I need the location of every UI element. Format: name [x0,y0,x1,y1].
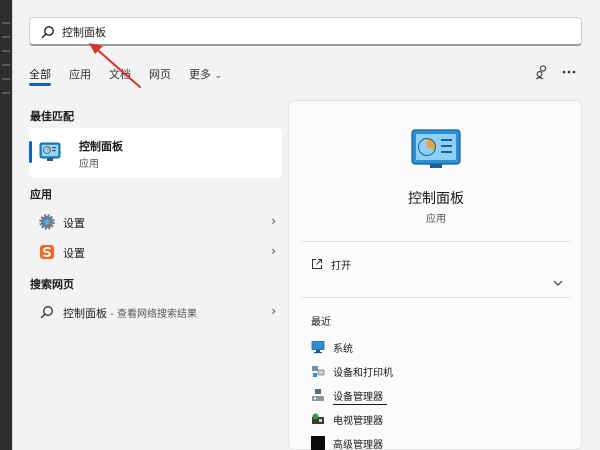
divider [301,241,571,242]
recent-item-label: 设备管理器 [333,392,383,403]
best-match-heading: 最佳匹配 [30,110,74,123]
more-options-icon[interactable] [561,64,577,80]
chevron-down-icon: ⌄ [214,71,223,81]
web-search-heading: 搜索网页 [30,278,74,291]
control-panel-icon [411,129,461,168]
search-panel: 全部 应用 文档 网页 更多 ⌄ 最佳匹配 控制面板 应用 应用 [12,0,600,450]
selection-indicator [29,141,32,163]
app-result-label: 设置 [63,247,85,260]
web-search-result[interactable]: 控制面板 - 查看网络搜索结果 › [29,298,282,326]
app-result-label: 设置 [63,217,85,230]
open-external-icon [312,259,322,269]
detail-title: 控制面板 [408,191,464,207]
chevron-right-icon[interactable]: › [271,244,276,258]
sogou-icon [40,245,54,259]
tab-more-label: 更多 [189,68,211,81]
web-search-query: 控制面板 [63,307,107,320]
divider [301,297,571,298]
search-input[interactable] [62,22,562,42]
background-window-edge [0,0,12,450]
recent-item-label: 电视管理器 [333,416,383,427]
recent-item-label: 设备和打印机 [333,368,393,379]
recent-item-label: 高级管理器 [333,440,383,450]
apps-heading: 应用 [30,188,52,201]
tab-more[interactable]: 更多 ⌄ [189,66,222,82]
annotation-arrow-icon [89,43,141,88]
system-icon [311,341,325,354]
app-result-settings[interactable]: 设置 › [29,208,282,236]
search-icon [41,26,54,39]
advanced-manager-icon [311,436,325,450]
best-match-result[interactable]: 控制面板 应用 [29,128,282,178]
result-detail-pane: 控制面板 应用 打开 最近 系统 设备和打印机 设备管理器 电视管理器 高级管理… [288,100,582,450]
best-match-subtitle: 应用 [79,159,99,170]
detail-kind: 应用 [426,214,446,225]
gear-icon [39,214,55,230]
web-search-suffix: - 查看网络搜索结果 [107,309,197,320]
app-result-sogou-settings[interactable]: 设置 › [29,238,282,266]
devices-printers-icon [312,366,325,377]
active-tab-indicator [29,83,51,86]
control-panel-icon [39,142,61,161]
recent-heading: 最近 [311,317,331,328]
device-manager-icon [312,389,324,401]
chevron-down-icon[interactable] [553,279,563,290]
tv-manager-icon [312,413,324,424]
search-icon [40,306,53,319]
chevron-right-icon[interactable]: › [271,214,276,228]
recent-item-label: 系统 [333,344,353,355]
tab-web[interactable]: 网页 [149,66,171,82]
account-switch-icon[interactable] [534,64,550,80]
best-match-title: 控制面板 [79,140,123,153]
chevron-right-icon[interactable]: › [271,304,276,318]
open-action-label: 打开 [331,261,351,272]
web-search-label: 控制面板 - 查看网络搜索结果 [63,305,197,321]
label-underline [333,404,387,405]
tab-all[interactable]: 全部 [29,66,51,82]
